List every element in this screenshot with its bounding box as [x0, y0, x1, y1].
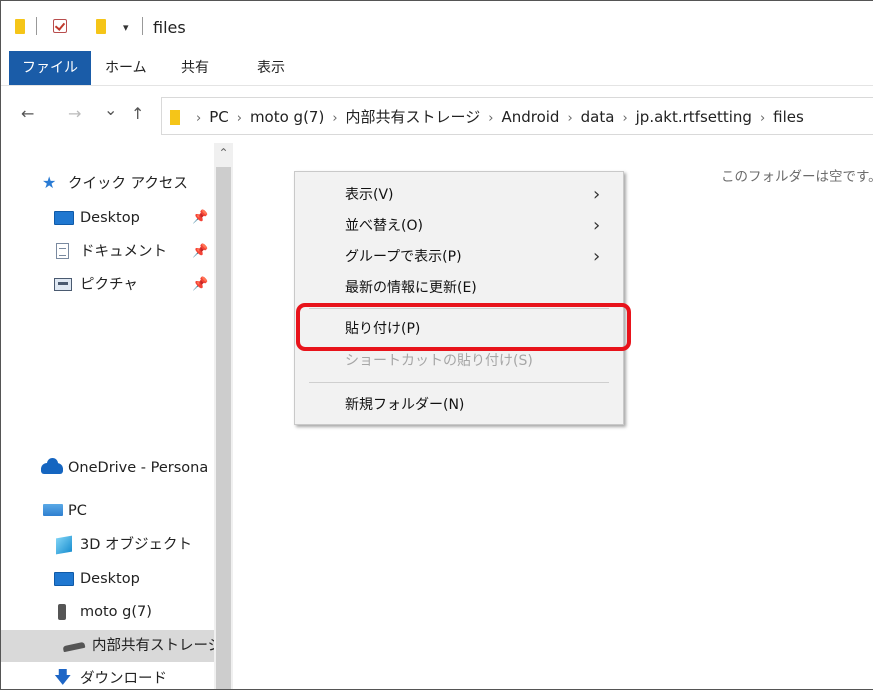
chevron-right-icon[interactable]: ›: [760, 111, 765, 126]
document-icon: [56, 243, 69, 259]
forward-button[interactable]: →: [68, 104, 81, 123]
sidebar-item-label: moto g(7): [80, 604, 152, 620]
sidebar-item-desktop-pinned[interactable]: Desktop 📌: [1, 204, 214, 232]
sidebar-item-label: 内部共有ストレージ: [92, 638, 214, 654]
menu-item-label: 並べ替え(O): [345, 218, 423, 234]
properties-checkbox-icon[interactable]: [53, 19, 67, 33]
navigation-bar: ← → ⌄ ↑ › PC › moto g(7) › 内部共有ストレージ › Android ›…: [1, 92, 873, 138]
menu-item-refresh[interactable]: 最新の情報に更新(E): [295, 273, 623, 303]
new-folder-icon[interactable]: [96, 19, 106, 34]
sidebar-item-pc[interactable]: PC: [1, 497, 214, 525]
tab-view[interactable]: 表示: [247, 51, 295, 85]
sidebar-item-label: 3D オブジェクト: [80, 537, 192, 553]
menu-item-group-by[interactable]: グループで表示(P) ›: [295, 242, 623, 272]
cloud-icon: [41, 458, 63, 474]
up-button[interactable]: ↑: [131, 104, 144, 123]
folder-icon: [170, 110, 180, 125]
sidebar-item-label: Desktop: [80, 210, 140, 226]
menu-item-label: グループで表示(P): [345, 249, 462, 265]
breadcrumb-android[interactable]: Android: [501, 108, 559, 126]
back-button[interactable]: ←: [21, 104, 34, 123]
phone-icon: [58, 604, 66, 620]
tab-share[interactable]: 共有: [171, 51, 219, 85]
chevron-right-icon[interactable]: ›: [196, 111, 201, 126]
navigation-pane: ★ クイック アクセス Desktop 📌 ドキュメント 📌 ピクチャ 📌 On…: [1, 143, 214, 689]
highlight-box: [296, 303, 631, 351]
tab-home[interactable]: ホーム: [95, 51, 157, 85]
breadcrumb-moto-g7[interactable]: moto g(7): [250, 108, 324, 126]
sidebar-item-moto-g7[interactable]: moto g(7): [1, 598, 214, 626]
chevron-right-icon[interactable]: ›: [488, 111, 493, 126]
desktop-icon: [54, 572, 74, 586]
sidebar-item-label: ドキュメント: [80, 244, 167, 260]
sidebar-item-onedrive[interactable]: OneDrive - Persona: [1, 454, 214, 482]
pin-icon[interactable]: 📌: [192, 238, 208, 266]
chevron-right-icon[interactable]: ›: [567, 111, 572, 126]
divider: [36, 17, 37, 35]
divider: [142, 17, 143, 35]
download-icon: 🡇: [54, 668, 72, 688]
sidebar-scrollbar[interactable]: ⌃: [214, 143, 233, 689]
menu-item-sort-by[interactable]: 並べ替え(O) ›: [295, 211, 623, 241]
sidebar-item-downloads[interactable]: 🡇 ダウンロード: [1, 665, 214, 689]
menu-item-view[interactable]: 表示(V) ›: [295, 180, 623, 210]
empty-folder-message: このフォルダーは空です。: [721, 169, 873, 185]
sidebar-item-desktop[interactable]: Desktop: [1, 565, 214, 593]
breadcrumb-pc[interactable]: PC: [209, 108, 229, 126]
pin-icon[interactable]: 📌: [192, 271, 208, 299]
ribbon-tabs: ファイル ホーム 共有 表示: [1, 51, 873, 86]
chevron-right-icon[interactable]: ›: [622, 111, 627, 126]
drive-icon: [62, 641, 86, 653]
pin-icon[interactable]: 📌: [192, 204, 208, 232]
menu-item-label: 新規フォルダー(N): [345, 397, 465, 413]
sidebar-item-label: PC: [68, 503, 87, 519]
address-bar[interactable]: › PC › moto g(7) › 内部共有ストレージ › Android › data › jp.…: [161, 97, 873, 135]
sidebar-item-quick-access[interactable]: ★ クイック アクセス: [1, 170, 214, 198]
sidebar-item-label: クイック アクセス: [68, 176, 188, 192]
chevron-right-icon: ›: [593, 215, 601, 236]
menu-item-new-folder[interactable]: 新規フォルダー(N): [295, 390, 623, 420]
recent-locations-button[interactable]: ⌄: [104, 100, 117, 119]
window-title: files: [153, 18, 186, 37]
title-bar: ▾ files: [1, 1, 873, 49]
scroll-up-icon[interactable]: ⌃: [214, 143, 233, 163]
breadcrumb-app-folder[interactable]: jp.akt.rtfsetting: [636, 108, 752, 126]
menu-item-label: 最新の情報に更新(E): [345, 280, 477, 296]
chevron-right-icon: ›: [593, 246, 601, 267]
breadcrumb-internal-storage[interactable]: 内部共有ストレージ: [346, 108, 481, 126]
sidebar-item-label: OneDrive - Persona: [68, 460, 209, 476]
menu-separator: [309, 382, 609, 383]
sidebar-item-label: Desktop: [80, 571, 140, 587]
sidebar-item-internal-storage[interactable]: 内部共有ストレージ: [1, 630, 214, 662]
breadcrumb-files[interactable]: files: [773, 108, 804, 126]
tab-file[interactable]: ファイル: [9, 51, 91, 85]
pictures-icon: [54, 278, 72, 291]
sidebar-item-3d-objects[interactable]: 3D オブジェクト: [1, 531, 214, 559]
breadcrumb: › PC › moto g(7) › 内部共有ストレージ › Android › data › jp.…: [188, 98, 804, 136]
sidebar-item-label: ダウンロード: [80, 671, 167, 687]
quick-access-dropdown[interactable]: ▾: [123, 21, 129, 34]
desktop-icon: [54, 211, 74, 225]
chevron-right-icon[interactable]: ›: [237, 111, 242, 126]
folder-icon: [15, 19, 25, 34]
cube-icon: [56, 535, 72, 555]
star-icon: ★: [42, 173, 57, 192]
breadcrumb-data[interactable]: data: [581, 108, 615, 126]
pc-icon: [43, 504, 63, 516]
context-menu: 表示(V) › 並べ替え(O) › グループで表示(P) › 最新の情報に更新(…: [294, 171, 624, 425]
chevron-right-icon[interactable]: ›: [332, 111, 337, 126]
chevron-right-icon: ›: [593, 184, 601, 205]
sidebar-item-label: ピクチャ: [80, 277, 138, 293]
menu-item-label: 表示(V): [345, 187, 394, 203]
sidebar-item-pictures[interactable]: ピクチャ 📌: [1, 271, 214, 299]
sidebar-item-documents[interactable]: ドキュメント 📌: [1, 238, 214, 266]
scroll-thumb[interactable]: [216, 167, 231, 689]
explorer-window: ▾ files ファイル ホーム 共有 表示 ← → ⌄ ↑ › PC › moto …: [0, 0, 873, 690]
